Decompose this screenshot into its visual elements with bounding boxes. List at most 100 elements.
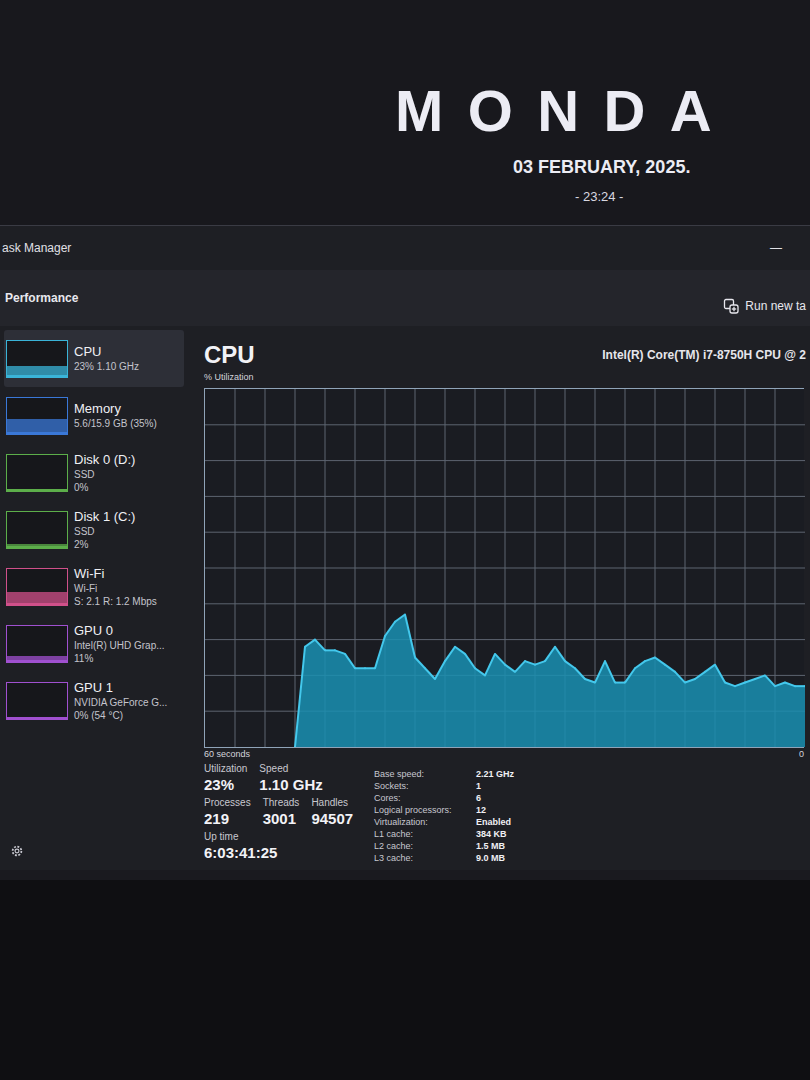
laptop-bezel bbox=[0, 870, 810, 1080]
spec-value: Enabled bbox=[476, 816, 514, 828]
cpu-line-segment bbox=[545, 647, 555, 661]
spec-value: 1 bbox=[476, 780, 514, 792]
cpu-line-segment bbox=[375, 636, 385, 668]
spec-label: L2 cache: bbox=[374, 840, 470, 852]
cpu-line-segment bbox=[515, 661, 525, 672]
cpu-line-segment bbox=[735, 683, 745, 687]
sidebar-thumbnail bbox=[6, 682, 68, 720]
stat-value: 1.10 GHz bbox=[259, 775, 322, 794]
minimize-button[interactable]: — bbox=[770, 239, 782, 257]
spec-value: 1.5 MB bbox=[476, 840, 514, 852]
thumbnail-baseline bbox=[7, 432, 67, 434]
cpu-line-segment bbox=[315, 640, 325, 651]
sidebar-thumbnail bbox=[6, 340, 68, 378]
thumbnail-baseline bbox=[7, 546, 67, 548]
thumbnail-fill bbox=[7, 366, 67, 374]
sidebar-item-name: Wi-Fi bbox=[74, 566, 157, 582]
sidebar-thumbnail bbox=[6, 511, 68, 549]
cpu-line-segment bbox=[485, 654, 495, 675]
sidebar-item[interactable]: GPU 0Intel(R) UHD Grap...11% bbox=[4, 615, 184, 672]
stat-value: 219 bbox=[204, 809, 251, 828]
stats-area: Utilization23%Speed1.10 GHzProcesses219T… bbox=[204, 760, 810, 864]
sidebar-item-text: Wi-FiWi-FiS: 2.1 R: 1.2 Mbps bbox=[74, 566, 157, 608]
cpu-line-segment bbox=[335, 650, 345, 654]
stats-row: Up time6:03:41:25 bbox=[204, 830, 354, 862]
cpu-area bbox=[295, 615, 805, 747]
task-manager-window: ask Manager — Performance Run new ta CPU… bbox=[0, 225, 810, 870]
cpu-line-segment bbox=[505, 665, 515, 672]
sidebar-item[interactable]: Disk 0 (D:)SSD0% bbox=[4, 444, 184, 501]
sidebar-item-text: GPU 0Intel(R) UHD Grap...11% bbox=[74, 623, 165, 665]
run-new-task-label: Run new ta bbox=[745, 297, 806, 315]
cpu-line-segment bbox=[535, 661, 545, 665]
cpu-chart bbox=[205, 389, 805, 747]
stat-value: 6:03:41:25 bbox=[204, 843, 277, 862]
cpu-line-segment bbox=[605, 661, 615, 682]
sidebar-item[interactable]: Memory5.6/15.9 GB (35%) bbox=[4, 387, 184, 444]
page-title: Performance bbox=[5, 289, 78, 307]
sidebar: CPU23% 1.10 GHz Memory5.6/15.9 GB (35%) Di… bbox=[0, 326, 188, 870]
cpu-line-segment bbox=[355, 667, 365, 669]
sidebar-item-detail: 23% 1.10 GHz bbox=[74, 360, 139, 373]
sidebar-item[interactable]: Wi-FiWi-FiS: 2.1 R: 1.2 Mbps bbox=[4, 558, 184, 615]
gear-icon[interactable] bbox=[10, 844, 24, 858]
stat: Speed1.10 GHz bbox=[259, 762, 322, 794]
spec-label: Sockets: bbox=[374, 780, 470, 792]
stat-label: Threads bbox=[263, 796, 300, 809]
thumbnail-fill bbox=[7, 592, 67, 603]
cpu-line-segment bbox=[405, 615, 415, 658]
wallpaper-date: 03 FEBRUARY, 2025. bbox=[513, 154, 690, 181]
cpu-line-segment bbox=[725, 683, 735, 687]
title-bar: ask Manager — bbox=[0, 226, 810, 270]
cpu-line-segment bbox=[345, 654, 355, 668]
cpu-line-segment bbox=[615, 682, 625, 684]
header-bar: Performance Run new ta bbox=[0, 270, 810, 326]
pane-header: CPUIntel(R) Core(TM) i7-8750H CPU @ 2 bbox=[204, 326, 810, 370]
sidebar-item-text: Disk 1 (C:)SSD2% bbox=[74, 509, 135, 551]
cpu-line-segment bbox=[595, 661, 605, 682]
cpu-line-segment bbox=[465, 654, 475, 668]
cpu-line-segment bbox=[785, 683, 795, 687]
specs: Base speed:2.21 GHzSockets:1Cores:6Logic… bbox=[374, 762, 514, 864]
thumbnail-baseline bbox=[7, 375, 67, 377]
thumbnail-fill bbox=[7, 419, 67, 432]
sidebar-item-name: Disk 0 (D:) bbox=[74, 452, 135, 468]
cpu-line-segment bbox=[565, 661, 575, 668]
thumbnail-baseline bbox=[7, 489, 67, 491]
sidebar-item-name: GPU 1 bbox=[74, 680, 167, 696]
cpu-line-segment bbox=[755, 675, 765, 679]
sidebar-item-text: Memory5.6/15.9 GB (35%) bbox=[74, 401, 157, 430]
sidebar-thumbnail bbox=[6, 454, 68, 492]
sidebar-item-detail: 0% bbox=[74, 481, 135, 494]
stat-value: 3001 bbox=[263, 809, 300, 828]
sidebar-item-name: GPU 0 bbox=[74, 623, 165, 639]
cpu-line-segment bbox=[385, 622, 395, 636]
spec-label: Cores: bbox=[374, 792, 470, 804]
cpu-line-segment bbox=[395, 615, 405, 622]
spec-value: 6 bbox=[476, 792, 514, 804]
run-new-task-button[interactable]: Run new ta bbox=[723, 297, 806, 315]
stat-value: 23% bbox=[204, 775, 247, 794]
sidebar-item[interactable]: CPU23% 1.10 GHz bbox=[4, 330, 184, 387]
cpu-line-segment bbox=[415, 658, 425, 669]
spec-value: 9.0 MB bbox=[476, 852, 514, 864]
wallpaper-time: - 23:24 - bbox=[575, 187, 623, 207]
thumbnail-baseline bbox=[7, 717, 67, 719]
cpu-line-segment bbox=[625, 668, 635, 682]
sidebar-item-detail: S: 2.1 R: 1.2 Mbps bbox=[74, 595, 157, 608]
cpu-line-segment bbox=[585, 679, 595, 683]
cpu-line-segment bbox=[425, 668, 435, 679]
thumbnail-fill bbox=[7, 544, 67, 545]
stat-value: 94507 bbox=[311, 809, 353, 828]
thumbnail-fill bbox=[7, 656, 67, 660]
cpu-line-segment bbox=[635, 661, 645, 668]
wallpaper-day: MONDA bbox=[395, 80, 736, 142]
cpu-line-segment bbox=[645, 658, 655, 662]
stat: Processes219 bbox=[204, 796, 251, 828]
cpu-line-segment bbox=[305, 640, 315, 647]
pane-title: CPU bbox=[204, 340, 255, 370]
cpu-line-segment bbox=[525, 661, 535, 665]
sidebar-item[interactable]: GPU 1NVIDIA GeForce G...0% (54 °C) bbox=[4, 672, 184, 729]
sidebar-item[interactable]: Disk 1 (C:)SSD2% bbox=[4, 501, 184, 558]
wallpaper: MONDA 03 FEBRUARY, 2025. - 23:24 - bbox=[0, 0, 810, 225]
